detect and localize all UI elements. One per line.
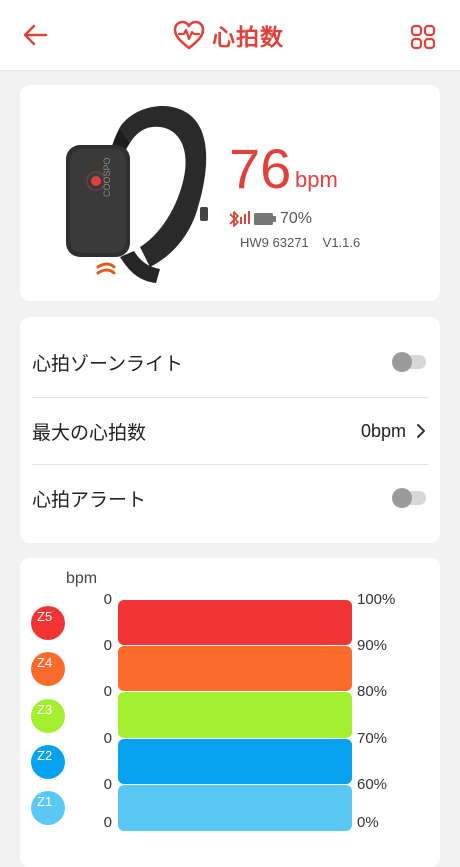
device-model: HW9 63271 xyxy=(240,235,309,250)
connection-status-row: 70% xyxy=(228,207,312,231)
heart-rate-armband-image: COOSPO xyxy=(66,105,208,283)
max-heart-rate-control[interactable]: 0bpm xyxy=(361,421,428,442)
zone-percent-z3: 80% xyxy=(357,683,388,700)
device-card: COOSPO 76 bpm 70% HW9 63271 V1.1.6 xyxy=(20,85,440,301)
zone-bpm-z1: 0 xyxy=(103,776,112,793)
heart-rate-alert-row: 心拍アラート xyxy=(32,464,428,531)
page-title: 心拍数 xyxy=(212,25,284,51)
zone-id: Z5 xyxy=(37,609,53,624)
page-title-group: 心拍数 xyxy=(172,16,284,54)
settings-card: 心拍ゾーンライト 最大の心拍数 0bpm 心拍アラート xyxy=(20,317,440,543)
zone-percent-bottom: 0% xyxy=(357,814,379,831)
zone-light-row: 心拍ゾーンライト xyxy=(32,329,428,395)
heart-rate-unit: bpm xyxy=(295,167,338,192)
zone-badge-z3: Z3 xyxy=(31,699,65,733)
zone-percent-z2: 70% xyxy=(357,730,388,747)
max-heart-rate-row[interactable]: 最大の心拍数 0bpm xyxy=(32,397,428,464)
zone-bar-z1[interactable] xyxy=(118,785,352,831)
top-app-bar: 心拍数 xyxy=(0,0,460,71)
zone-bpm-bottom: 0 xyxy=(103,814,112,831)
zone-id: Z1 xyxy=(37,794,53,809)
heart-rate-zones-card: bpm Z5 Z4 Z3 Z2 Z1 0 0 0 0 0 0 100% 90% … xyxy=(20,558,440,867)
zone-badge-z4: Z4 xyxy=(31,652,65,686)
zone-id: Z4 xyxy=(37,655,53,670)
zone-badge-z5: Z5 xyxy=(31,606,65,640)
heart-rate-alert-toggle[interactable] xyxy=(392,488,426,508)
back-arrow-icon[interactable] xyxy=(22,22,48,48)
zone-percent-z1: 60% xyxy=(357,776,388,793)
device-info: HW9 63271 V1.1.6 xyxy=(240,235,374,250)
zone-bar-z4[interactable] xyxy=(118,646,352,691)
zone-light-toggle[interactable] xyxy=(392,352,426,372)
zone-id: Z2 xyxy=(37,748,53,763)
zone-id: Z3 xyxy=(37,702,53,717)
max-heart-rate-label: 最大の心拍数 xyxy=(32,421,147,444)
grid-menu-icon[interactable] xyxy=(410,24,436,50)
zone-badge-z1: Z1 xyxy=(31,791,65,825)
bluetooth-signal-icon xyxy=(229,211,250,227)
zone-percent-z5: 100% xyxy=(357,591,396,608)
zone-bpm-z2: 0 xyxy=(103,730,112,747)
zone-badge-z2: Z2 xyxy=(31,745,65,779)
toggle-knob xyxy=(392,352,412,372)
toggle-knob xyxy=(392,488,412,508)
zone-bpm-z4: 0 xyxy=(103,637,112,654)
zone-light-label: 心拍ゾーンライト xyxy=(32,352,184,375)
zone-bar-z5[interactable] xyxy=(118,600,352,645)
battery-level: 70% xyxy=(280,210,313,227)
max-heart-rate-value: 0bpm xyxy=(360,420,406,441)
zone-percent-z4: 90% xyxy=(357,637,388,654)
zone-bpm-header: bpm xyxy=(66,570,98,587)
battery-icon xyxy=(254,213,276,225)
chevron-right-icon xyxy=(417,424,425,438)
zone-bar-z3[interactable] xyxy=(118,692,352,738)
svg-text:COOSPO: COOSPO xyxy=(102,157,112,197)
zone-bpm-z5: 0 xyxy=(103,591,112,608)
heart-rate-value: 76 xyxy=(229,137,292,200)
zone-bar-z2[interactable] xyxy=(118,739,352,784)
heart-rate-alert-label: 心拍アラート xyxy=(32,488,147,511)
heart-pulse-icon xyxy=(173,20,205,50)
firmware-version: V1.1.6 xyxy=(322,235,361,250)
zone-bpm-z3: 0 xyxy=(103,683,112,700)
